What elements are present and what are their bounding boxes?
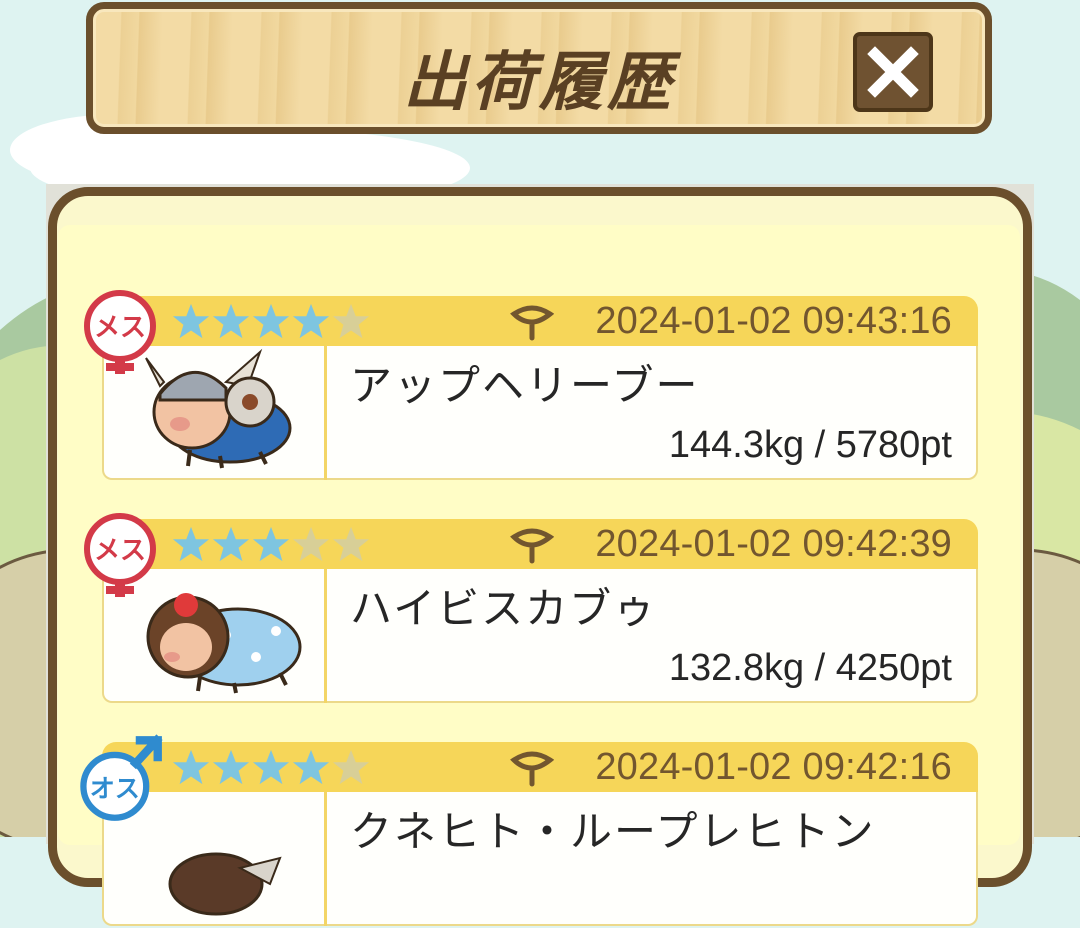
female-symbol-icon: メス (84, 513, 156, 597)
shipment-date: 2024-01-02 09:42:16 (595, 746, 952, 788)
gender-label: メス (94, 313, 146, 343)
pig-name: ハイビスカブゥ (350, 584, 658, 633)
rating-stars (172, 302, 370, 340)
star-filled-icon (172, 749, 210, 785)
weight-points: 144.3kg / 5780pt (668, 424, 952, 466)
star-empty-icon (332, 526, 370, 562)
male-symbol-icon: オス (80, 734, 163, 821)
rope-icon (510, 528, 554, 564)
rope-icon (510, 751, 554, 787)
record-divider (324, 569, 327, 703)
record-divider (324, 792, 327, 926)
star-empty-icon (292, 526, 330, 562)
pig-name: アップヘリーブー (350, 361, 700, 410)
page-title: 出荷履歴 (403, 46, 675, 120)
star-filled-icon (292, 749, 330, 785)
weight-points: 132.8kg / 4250pt (668, 647, 952, 689)
star-filled-icon (252, 303, 290, 339)
gender-label: オス (90, 774, 140, 803)
gender-label: メス (94, 536, 146, 566)
record-divider (324, 346, 327, 480)
female-symbol-icon: メス (84, 290, 156, 374)
list-item[interactable]: 2024-01-02 09:43:16 アップヘリーブー 144.3kg / 5… (84, 290, 978, 482)
close-icon (867, 46, 919, 98)
star-empty-icon (332, 303, 370, 339)
list-item[interactable]: 2024-01-02 09:42:39 ハイビスカブゥ 132.8kg / 42… (84, 513, 978, 705)
star-filled-icon (172, 303, 210, 339)
list-item[interactable]: 2024-01-02 09:42:16 クネヒト・ループレヒトン オス (80, 734, 978, 928)
star-filled-icon (252, 749, 290, 785)
star-filled-icon (212, 749, 250, 785)
star-filled-icon (292, 303, 330, 339)
rope-icon (510, 305, 554, 341)
pig-name: クネヒト・ループレヒトン (350, 807, 876, 856)
shipment-date: 2024-01-02 09:42:39 (595, 523, 952, 565)
rating-stars (172, 525, 370, 563)
rating-stars (172, 748, 370, 786)
shipment-date: 2024-01-02 09:43:16 (595, 300, 952, 342)
star-filled-icon (212, 526, 250, 562)
star-filled-icon (172, 526, 210, 562)
star-filled-icon (252, 526, 290, 562)
star-filled-icon (212, 303, 250, 339)
header-board: 出荷履歴 (86, 2, 992, 134)
star-empty-icon (332, 749, 370, 785)
close-button[interactable] (853, 32, 933, 112)
